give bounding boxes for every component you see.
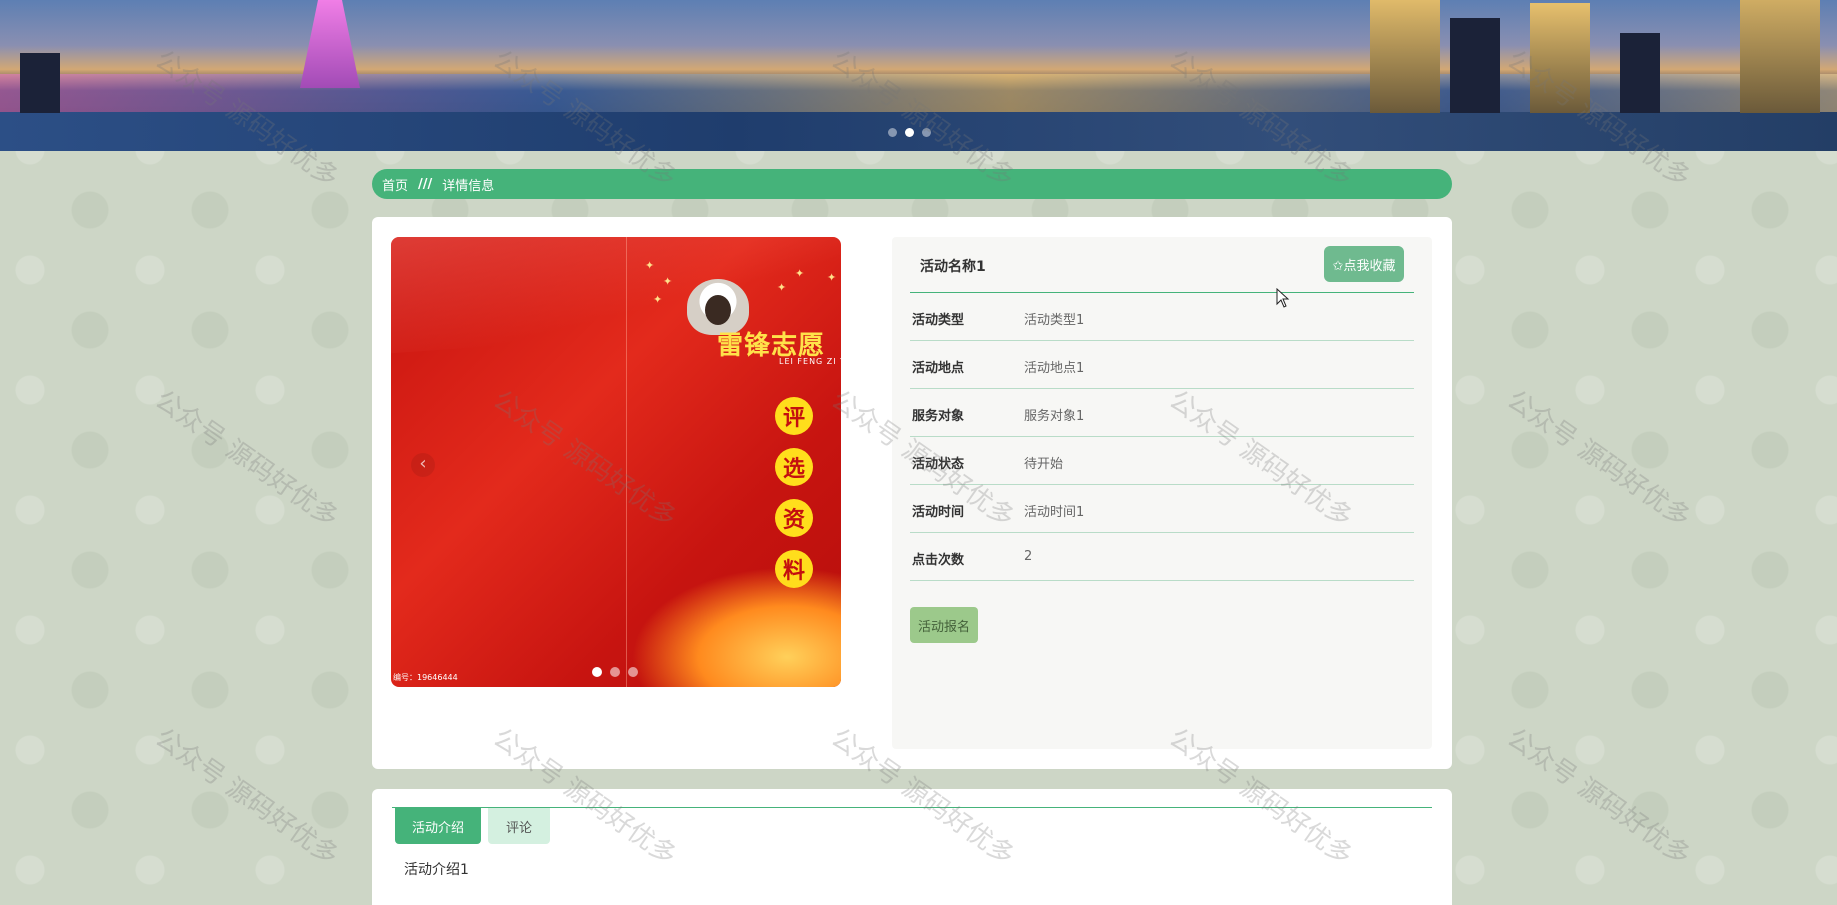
field-value: 活动时间1 bbox=[1024, 505, 1085, 520]
star-icon: ✦ bbox=[645, 259, 655, 272]
info-header: 活动名称1 ✩点我收藏 bbox=[910, 237, 1414, 293]
star-icon: ✦ bbox=[663, 275, 673, 288]
field-label: 活动类型 bbox=[912, 313, 965, 328]
poster-subtitle: LEI FENG ZI YU bbox=[779, 357, 841, 366]
carousel-dot-active[interactable] bbox=[592, 667, 602, 677]
banner-building bbox=[1620, 33, 1660, 113]
info-row: 活动状态 待开始 bbox=[910, 437, 1414, 485]
poster-fold bbox=[626, 237, 627, 687]
info-row: 活动地点 活动地点1 bbox=[910, 341, 1414, 389]
info-row: 活动时间 活动时间1 bbox=[910, 485, 1414, 533]
favorite-button[interactable]: ✩点我收藏 bbox=[1324, 246, 1404, 282]
field-value: 2 bbox=[1024, 549, 1033, 564]
poster-badge: 资 bbox=[775, 499, 813, 537]
activity-info-panel: 活动名称1 ✩点我收藏 活动类型 活动类型1 活动地点 活动地点1 服务对象 服… bbox=[892, 237, 1432, 749]
watermark: 公众号 源码好优多 bbox=[149, 722, 344, 872]
activity-title: 活动名称1 bbox=[920, 259, 986, 275]
field-label: 点击次数 bbox=[912, 553, 965, 568]
hero-banner bbox=[0, 0, 1837, 151]
carousel-dot[interactable] bbox=[610, 667, 620, 677]
star-icon: ✦ bbox=[653, 293, 663, 306]
banner-carousel-dots bbox=[888, 128, 931, 137]
poster-flame bbox=[631, 567, 841, 687]
poster-serial: 编号：19646444 bbox=[393, 673, 458, 682]
banner-building bbox=[1450, 18, 1500, 113]
field-label: 活动时间 bbox=[912, 505, 965, 520]
watermark: 公众号 源码好优多 bbox=[1501, 384, 1696, 534]
star-icon: ✦ bbox=[777, 281, 787, 294]
carousel-dot[interactable] bbox=[922, 128, 931, 137]
breadcrumb-current: 详情信息 bbox=[442, 178, 495, 194]
banner-building bbox=[20, 53, 60, 113]
field-value: 活动类型1 bbox=[1024, 313, 1085, 328]
field-label: 活动状态 bbox=[912, 457, 965, 472]
field-label: 活动地点 bbox=[912, 361, 965, 376]
watermark: 公众号 源码好优多 bbox=[149, 384, 344, 534]
image-carousel[interactable]: ✦ ✦ ✦ ✦ ✦ ✦ 雷锋志愿 LEI FENG ZI YU 评 选 资 料 … bbox=[391, 237, 841, 687]
banner-building bbox=[1740, 0, 1820, 113]
signup-button[interactable]: 活动报名 bbox=[910, 607, 978, 643]
gallery-carousel-dots bbox=[592, 667, 638, 677]
star-icon: ✦ bbox=[795, 267, 805, 280]
banner-building bbox=[1530, 3, 1590, 113]
info-row: 服务对象 服务对象1 bbox=[910, 389, 1414, 437]
info-row: 活动类型 活动类型1 bbox=[910, 293, 1414, 341]
watermark: 公众号 源码好优多 bbox=[1501, 722, 1696, 872]
banner-tower bbox=[300, 0, 360, 88]
mouse-cursor-icon bbox=[1276, 288, 1290, 308]
poster-badge: 选 bbox=[775, 448, 813, 486]
breadcrumb-home-link[interactable]: 首页 bbox=[382, 175, 408, 194]
carousel-dot-active[interactable] bbox=[905, 128, 914, 137]
field-label: 服务对象 bbox=[912, 409, 965, 424]
poster-badge: 料 bbox=[775, 550, 813, 588]
tab-content: 活动介绍1 bbox=[404, 862, 469, 878]
detail-card: ✦ ✦ ✦ ✦ ✦ ✦ 雷锋志愿 LEI FENG ZI YU 评 选 资 料 … bbox=[372, 217, 1452, 769]
field-value: 服务对象1 bbox=[1024, 409, 1085, 424]
tab-introduction[interactable]: 活动介绍 bbox=[395, 808, 481, 844]
breadcrumb: 首页 /// 详情信息 bbox=[372, 169, 1452, 199]
info-row: 点击次数 2 bbox=[910, 533, 1414, 581]
field-value: 待开始 bbox=[1024, 457, 1064, 472]
carousel-dot[interactable] bbox=[888, 128, 897, 137]
breadcrumb-separator: /// bbox=[418, 176, 433, 192]
tabs-card: 活动介绍 评论 活动介绍1 bbox=[372, 789, 1452, 905]
carousel-dot[interactable] bbox=[628, 667, 638, 677]
tab-comments[interactable]: 评论 bbox=[488, 808, 550, 844]
field-value: 活动地点1 bbox=[1024, 361, 1085, 376]
poster-badge: 评 bbox=[775, 397, 813, 435]
star-icon: ✦ bbox=[827, 271, 837, 284]
banner-building bbox=[1370, 0, 1440, 113]
carousel-prev-icon[interactable]: ‹ bbox=[411, 453, 435, 477]
